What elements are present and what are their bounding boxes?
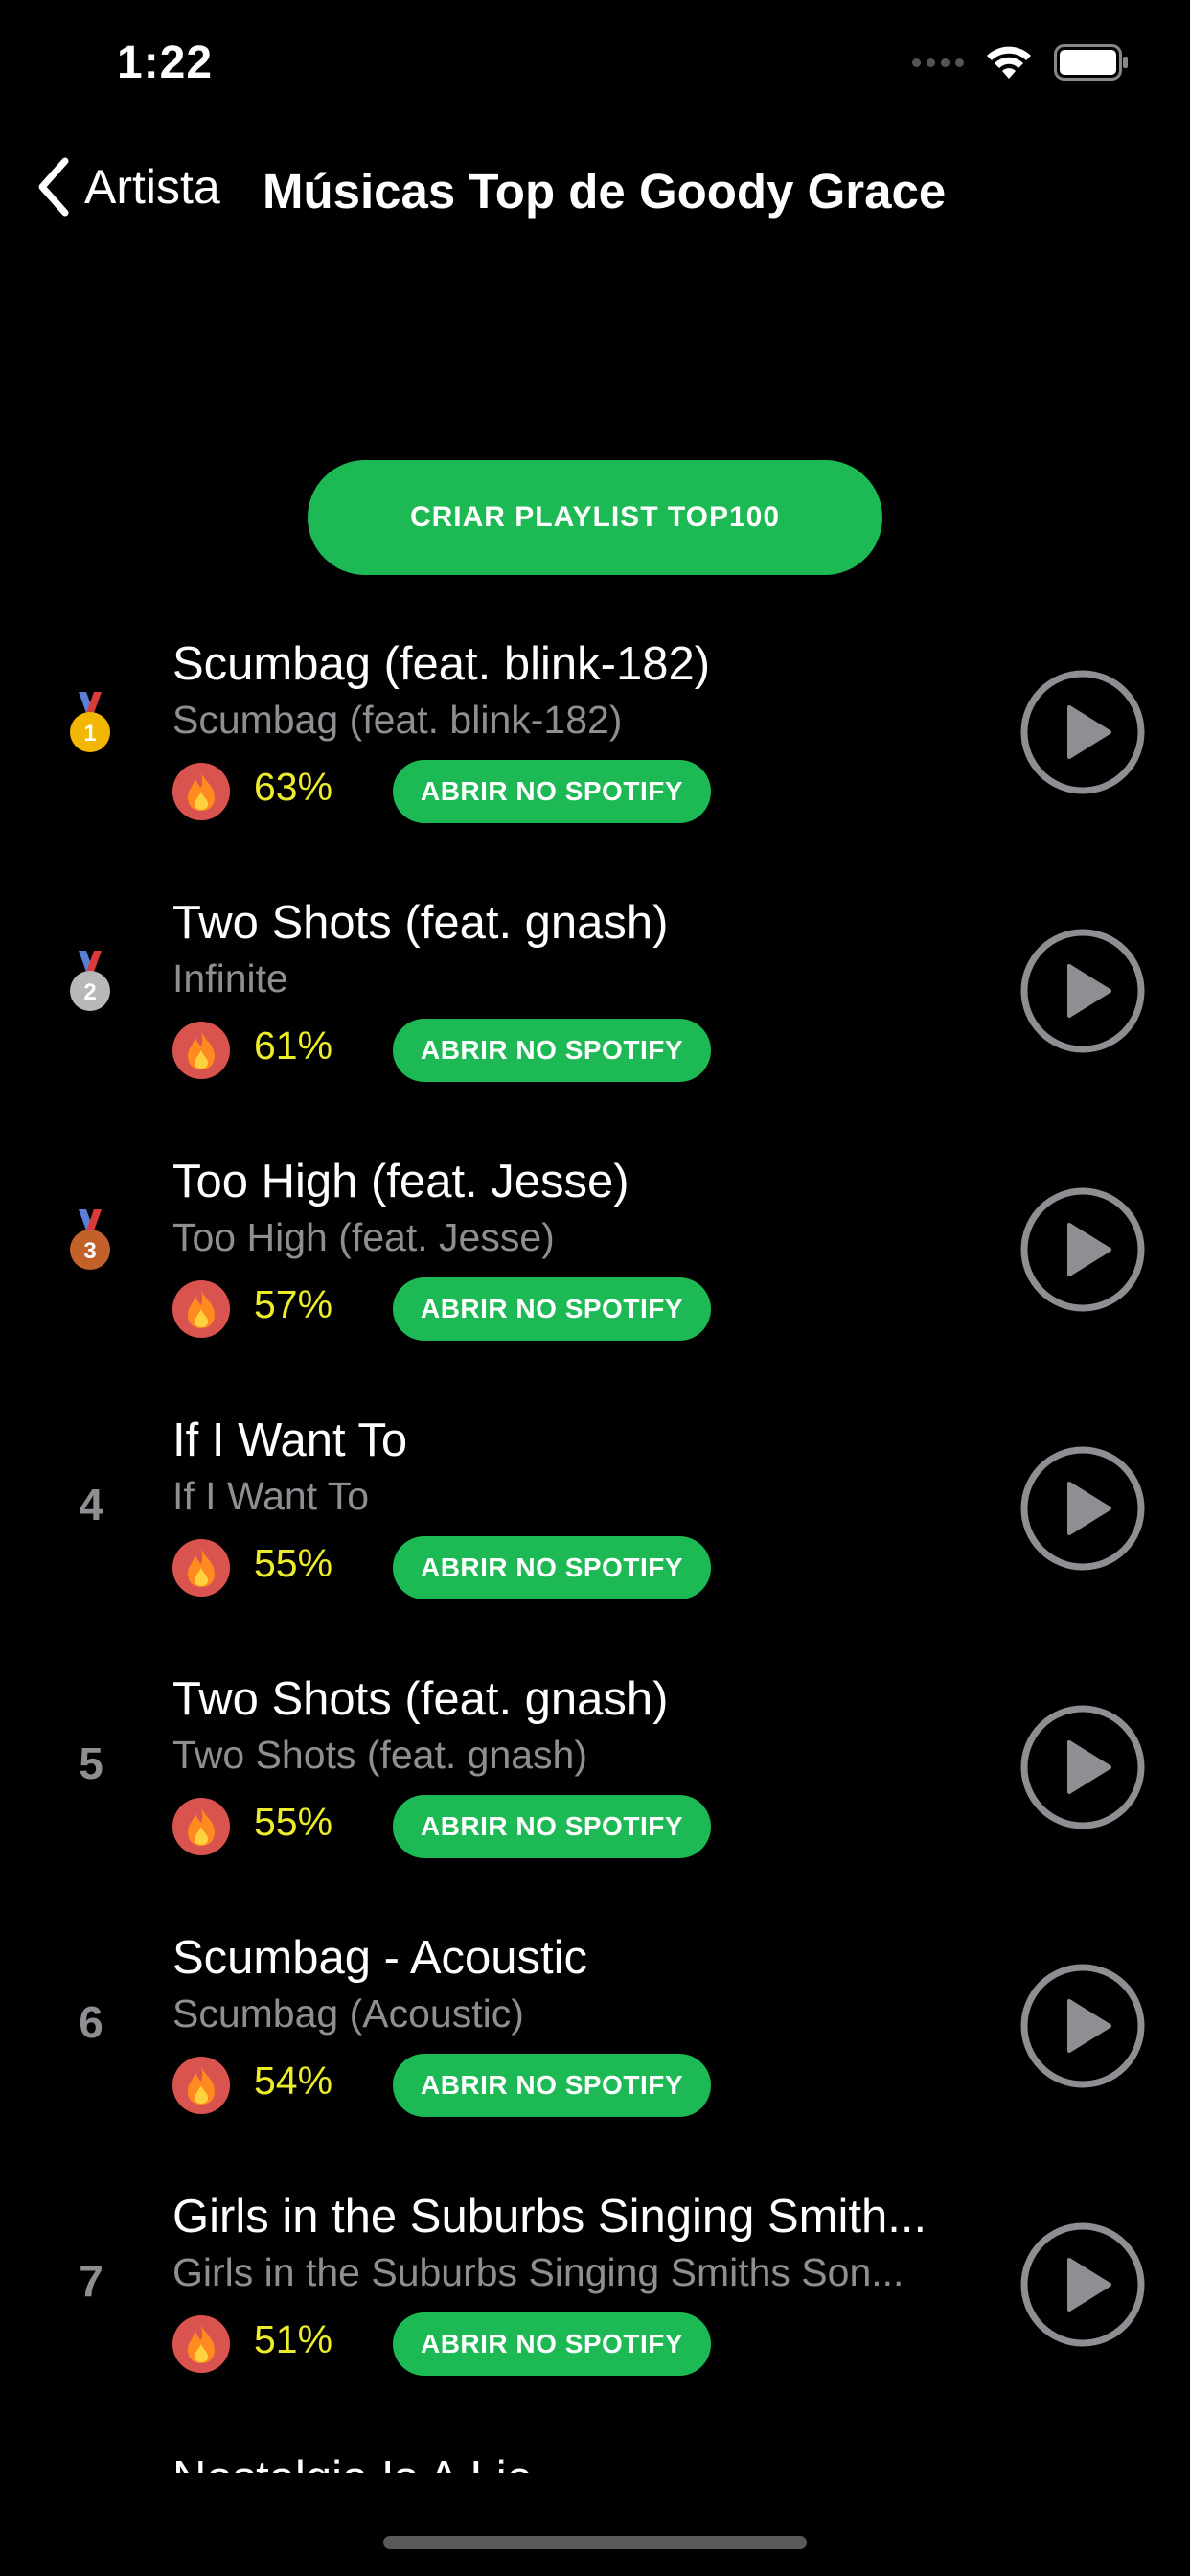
open-in-spotify-button[interactable]: ABRIR NO SPOTIFY xyxy=(393,1019,711,1082)
medal-gold-icon: 1 xyxy=(65,692,115,755)
medal-bronze-icon: 3 xyxy=(65,1209,115,1273)
battery-icon xyxy=(1054,44,1128,80)
popularity-percent: 57% xyxy=(254,1282,333,1326)
popularity-percent: 63% xyxy=(254,765,333,809)
track-title: If I Want To xyxy=(172,1414,408,1466)
track-subtitle: Infinite xyxy=(172,956,288,1000)
fire-icon xyxy=(172,1539,230,1597)
list-item[interactable]: 6 Scumbag - Acoustic Scumbag (Acoustic) 54%… xyxy=(0,1926,1190,2185)
track-rank: 7 xyxy=(79,2256,103,2306)
page-title: Músicas Top de Goody Grace xyxy=(263,164,947,218)
popularity-percent: 51% xyxy=(254,2317,333,2361)
track-subtitle: Two Shots (feat. gnash) xyxy=(172,1733,588,1777)
fire-icon xyxy=(172,2057,230,2114)
back-button-label: Artista xyxy=(84,160,220,214)
track-title: Two Shots (feat. gnash) xyxy=(172,1673,669,1725)
popularity-percent: 55% xyxy=(254,1541,333,1585)
open-in-spotify-button[interactable]: ABRIR NO SPOTIFY xyxy=(393,1277,711,1341)
track-rank: 4 xyxy=(79,1480,103,1530)
open-in-spotify-button[interactable]: ABRIR NO SPOTIFY xyxy=(393,1795,711,1858)
play-circle-icon[interactable] xyxy=(1019,1186,1146,1313)
popularity-percent: 54% xyxy=(254,2058,333,2103)
back-button[interactable]: Artista xyxy=(34,155,220,218)
play-circle-icon[interactable] xyxy=(1019,669,1146,795)
track-title: Nostalgia Is A Lie xyxy=(172,2451,533,2472)
list-item[interactable]: 1 Scumbag (feat. blink-182) Scumbag (feat.… xyxy=(0,632,1190,891)
svg-text:3: 3 xyxy=(83,1238,96,1264)
play-circle-icon[interactable] xyxy=(1019,1704,1146,1830)
track-title: Two Shots (feat. gnash) xyxy=(172,897,669,949)
popularity-percent: 61% xyxy=(254,1024,333,1068)
track-subtitle: Scumbag (feat. blink-182) xyxy=(172,698,623,742)
fire-icon xyxy=(172,1798,230,1855)
track-title: Scumbag - Acoustic xyxy=(172,1932,588,1984)
popularity-percent: 55% xyxy=(254,1800,333,1844)
status-bar: 1:22 xyxy=(0,0,1190,125)
play-circle-icon[interactable] xyxy=(1019,2221,1146,2348)
play-circle-icon[interactable] xyxy=(1019,1445,1146,1572)
track-title: Girls in the Suburbs Singing Smith... xyxy=(172,2191,927,2242)
navigation-bar: Artista Músicas Top de Goody Grace xyxy=(0,144,1190,240)
chevron-left-icon xyxy=(38,157,69,217)
create-playlist-button[interactable]: CRIAR PLAYLIST TOP100 xyxy=(308,460,882,575)
status-icons xyxy=(912,44,1129,80)
track-subtitle: Girls in the Suburbs Singing Smiths Son.… xyxy=(172,2250,904,2294)
medal-silver-icon: 2 xyxy=(65,951,115,1014)
open-in-spotify-button[interactable]: ABRIR NO SPOTIFY xyxy=(393,1536,711,1599)
list-item[interactable]: 7 Girls in the Suburbs Singing Smith... Gi… xyxy=(0,2185,1190,2444)
list-item[interactable]: 5 Two Shots (feat. gnash) Two Shots (feat.… xyxy=(0,1668,1190,1926)
fire-icon xyxy=(172,1022,230,1079)
track-subtitle: Scumbag (Acoustic) xyxy=(172,1991,524,2036)
open-in-spotify-button[interactable]: ABRIR NO SPOTIFY xyxy=(393,2312,711,2376)
track-rank: 5 xyxy=(79,1738,103,1788)
status-time: 1:22 xyxy=(117,37,214,88)
track-subtitle: If I Want To xyxy=(172,1474,370,1518)
list-item[interactable]: 3 Too High (feat. Jesse) Too High (feat. J… xyxy=(0,1150,1190,1409)
track-title: Too High (feat. Jesse) xyxy=(172,1156,629,1208)
list-item[interactable]: Nostalgia Is A Lie xyxy=(0,2434,1190,2472)
fire-icon xyxy=(172,763,230,820)
track-title: Scumbag (feat. blink-182) xyxy=(172,638,711,690)
fire-icon xyxy=(172,2315,230,2373)
home-indicator[interactable] xyxy=(383,2536,807,2549)
wifi-icon xyxy=(987,46,1031,79)
open-in-spotify-button[interactable]: ABRIR NO SPOTIFY xyxy=(393,760,711,823)
fire-icon xyxy=(172,1280,230,1338)
svg-text:1: 1 xyxy=(83,721,96,747)
play-circle-icon[interactable] xyxy=(1019,1963,1146,2089)
open-in-spotify-button[interactable]: ABRIR NO SPOTIFY xyxy=(393,2054,711,2117)
list-item[interactable]: 2 Two Shots (feat. gnash) Infinite 61% ABRIR… xyxy=(0,891,1190,1150)
svg-text:2: 2 xyxy=(83,979,96,1005)
play-circle-icon[interactable] xyxy=(1019,928,1146,1054)
list-item[interactable]: 4 If I Want To If I Want To 55% ABRIR NO SPO… xyxy=(0,1409,1190,1668)
signal-icon xyxy=(912,58,964,67)
track-rank: 6 xyxy=(79,1997,103,2047)
track-subtitle: Too High (feat. Jesse) xyxy=(172,1215,555,1259)
